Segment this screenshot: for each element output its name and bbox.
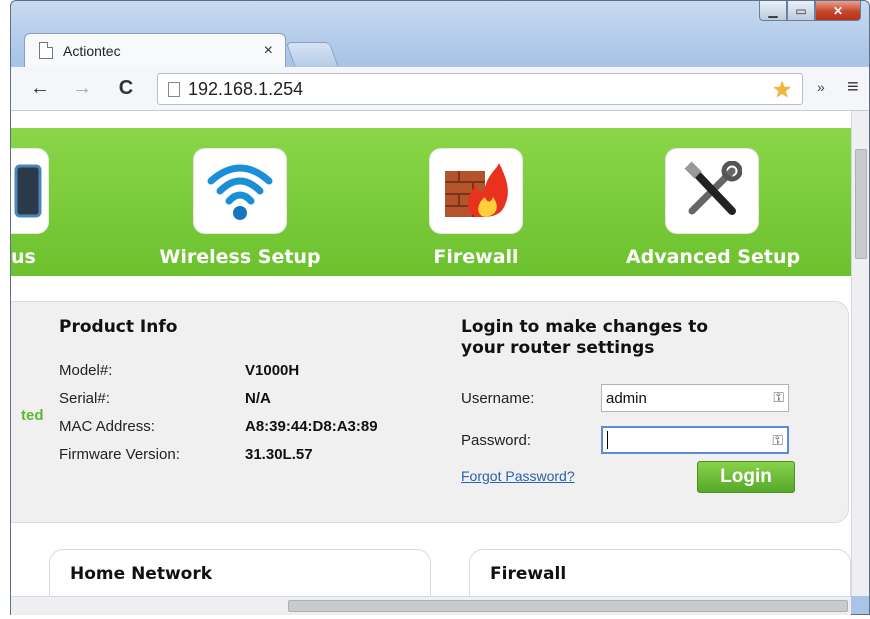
back-arrow-icon[interactable]: ←: [25, 77, 55, 100]
firewall-icon: [445, 163, 508, 217]
serial-value: N/A: [245, 390, 271, 407]
password-manager-key-icon[interactable]: ⚿: [772, 432, 783, 449]
nav-label-firewall[interactable]: Firewall: [421, 246, 531, 268]
firewall-card: Firewall: [469, 549, 851, 596]
password-manager-key-icon[interactable]: ⚿: [773, 389, 784, 406]
browser-tab-actiontec[interactable]: Actiontec ×: [24, 33, 286, 67]
forgot-password-link[interactable]: Forgot Password?: [461, 468, 575, 484]
mac-label: MAC Address:: [59, 418, 155, 435]
model-value: V1000H: [245, 362, 300, 379]
serial-label: Serial#:: [59, 390, 110, 407]
browser-toolbar: ← → C 192.168.1.254 ★ » ≡: [11, 67, 869, 111]
tools-icon: [684, 161, 742, 215]
login-heading-line2: your router settings: [461, 338, 655, 358]
password-label: Password:: [461, 432, 532, 449]
page-icon: [39, 42, 53, 59]
nav-label-status[interactable]: us: [11, 246, 36, 268]
browser-menu-icon[interactable]: ≡: [847, 76, 859, 99]
home-network-heading: Home Network: [70, 564, 213, 584]
mac-value: A8:39:44:D8:A3:89: [245, 418, 378, 435]
status-fragment: ted: [21, 407, 44, 424]
tab-close-icon[interactable]: ×: [264, 42, 273, 60]
username-label: Username:: [461, 390, 535, 407]
home-network-card: Home Network: [49, 549, 431, 596]
password-field[interactable]: ⚿: [601, 426, 789, 454]
page-icon: [168, 81, 180, 97]
extensions-overflow-icon[interactable]: »: [817, 79, 825, 95]
nav-label-wireless[interactable]: Wireless Setup: [159, 246, 321, 268]
url-text: 192.168.1.254: [188, 78, 304, 99]
nav-tile-status[interactable]: [11, 148, 49, 234]
wifi-icon: [207, 164, 273, 220]
model-label: Model#:: [59, 362, 113, 379]
horizontal-scrollbar[interactable]: [11, 596, 851, 615]
maximize-button[interactable]: ▭: [787, 1, 815, 21]
horizontal-scroll-thumb[interactable]: [288, 600, 848, 612]
minimize-button[interactable]: ▁: [759, 1, 787, 21]
address-bar[interactable]: 192.168.1.254 ★: [157, 73, 803, 105]
username-field[interactable]: admin ⚿: [601, 384, 789, 412]
firewall-card-heading: Firewall: [490, 564, 567, 584]
username-value: admin: [606, 389, 647, 407]
tab-title: Actiontec: [63, 42, 121, 59]
nav-tile-wireless[interactable]: [193, 148, 287, 234]
window-controls: ▁ ▭ ✕: [759, 1, 861, 21]
nav-banner: us Wireless Setup Firewall Advanced Setu…: [11, 128, 851, 276]
page-viewport: us Wireless Setup Firewall Advanced Setu…: [11, 111, 851, 596]
firmware-value: 31.30L.57: [245, 446, 313, 463]
firmware-label: Firmware Version:: [59, 446, 180, 463]
nav-tile-advanced[interactable]: [665, 148, 759, 234]
bookmark-star-icon[interactable]: ★: [772, 77, 792, 103]
product-info-heading: Product Info: [59, 317, 178, 337]
new-tab-button[interactable]: [285, 42, 339, 66]
text-caret: [607, 431, 608, 449]
reload-icon[interactable]: C: [111, 77, 141, 100]
login-button[interactable]: Login: [697, 461, 795, 493]
login-heading-line1: Login to make changes to: [461, 317, 709, 337]
vertical-scrollbar[interactable]: [851, 111, 869, 596]
nav-label-advanced[interactable]: Advanced Setup: [623, 246, 803, 268]
forward-arrow-icon[interactable]: →: [67, 77, 97, 100]
window-close-button[interactable]: ✕: [815, 1, 861, 21]
nav-tile-firewall[interactable]: [429, 148, 523, 234]
vertical-scroll-thumb[interactable]: [855, 149, 867, 259]
